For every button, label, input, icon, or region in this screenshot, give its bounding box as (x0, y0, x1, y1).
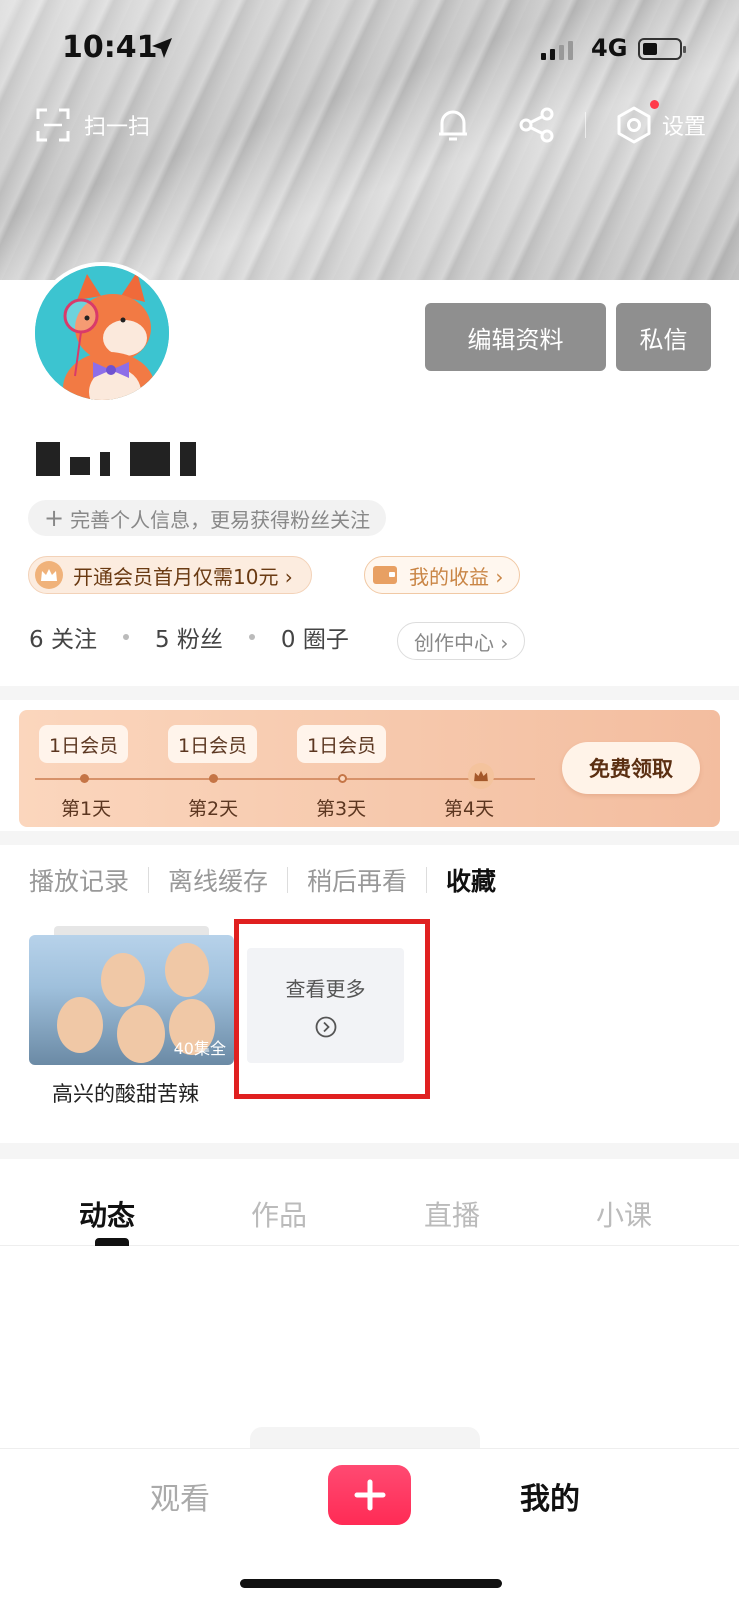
plus-icon (354, 1479, 385, 1511)
empty-feed-placeholder (250, 1427, 480, 1449)
history-tabs: 播放记录 离线缓存 稍后再看 收藏 (29, 862, 496, 898)
highlight-box (234, 919, 430, 1099)
settings-notification-dot (650, 100, 659, 109)
progress-line (35, 778, 535, 780)
fans-count[interactable]: 5 粉丝 (155, 620, 223, 654)
tab-watch-later[interactable]: 稍后再看 (307, 862, 407, 898)
tab-activity[interactable]: 动态 (79, 1194, 135, 1234)
complete-profile-text: 完善个人信息，更易获得粉丝关注 (70, 507, 371, 532)
progress-node (80, 774, 89, 783)
stats-separator (122, 634, 129, 640)
share-icon (519, 107, 554, 143)
crown-icon (468, 763, 494, 789)
feed-tabs: 动态 作品 直播 小课 (0, 1182, 739, 1246)
section-divider (0, 831, 739, 845)
scan-button[interactable]: 扫一扫 (36, 100, 150, 150)
poster-face (165, 943, 209, 997)
wallet-icon (373, 566, 397, 584)
tab-divider (287, 867, 289, 893)
poster-face (57, 997, 103, 1053)
gear-icon (617, 106, 651, 144)
day-label: 第4天 (444, 798, 495, 820)
bell-icon (439, 110, 467, 141)
scan-label: 扫一扫 (84, 115, 151, 140)
signal-icon (541, 40, 573, 60)
poster-face (117, 1005, 165, 1063)
home-indicator (240, 1579, 502, 1588)
settings-button[interactable]: 设置 (616, 100, 706, 150)
vip-offer-pill[interactable]: 开通会员首月仅需10元 › (28, 556, 312, 594)
circles-count[interactable]: 0 圈子 (281, 620, 349, 654)
earnings-text: 我的收益 › (409, 564, 504, 589)
day-label: 第3天 (316, 798, 367, 820)
reward-bubble-2: 1日会员 (168, 725, 258, 763)
private-message-button[interactable]: 私信 (616, 303, 711, 371)
edit-profile-button[interactable]: 编辑资料 (425, 303, 606, 371)
tab-works[interactable]: 作品 (251, 1194, 307, 1234)
tab-divider (426, 867, 428, 893)
tab-divider (148, 867, 150, 893)
tab-offline-cache[interactable]: 离线缓存 (168, 862, 268, 898)
section-divider (0, 1143, 739, 1159)
active-tab-indicator (95, 1238, 129, 1246)
creator-center-button[interactable]: 创作中心 › (397, 622, 526, 660)
settings-label: 设置 (662, 115, 707, 140)
status-bar: 10:41 4G (0, 0, 739, 100)
collection-thumbnail[interactable]: 40集全 (29, 935, 234, 1065)
nav-mine[interactable]: 我的 (520, 1474, 580, 1518)
vip-offer-text: 开通会员首月仅需10元 › (73, 564, 293, 589)
checkin-banner[interactable]: 1日会员 1日会员 1日会员 第1天 第2天 第3天 第4天 免费领取 (19, 710, 720, 827)
bottom-nav: 观看 我的 (0, 1448, 739, 1600)
plus-icon: + (44, 504, 65, 532)
location-arrow-icon (152, 38, 172, 58)
day-label: 第1天 (61, 798, 112, 820)
status-time: 10:41 (62, 30, 158, 65)
tab-mini-course[interactable]: 小课 (596, 1194, 652, 1234)
notifications-button[interactable] (436, 100, 470, 150)
complete-profile-hint[interactable]: + 完善个人信息，更易获得粉丝关注 (28, 500, 387, 536)
nav-watch[interactable]: 观看 (150, 1474, 210, 1518)
profile-stats: 6 关注 5 粉丝 0 圈子 (29, 620, 349, 654)
top-bar-divider (585, 112, 586, 138)
network-type: 4G (591, 34, 628, 62)
progress-node (338, 774, 347, 783)
tab-live[interactable]: 直播 (424, 1194, 480, 1234)
avatar[interactable] (31, 262, 173, 404)
earnings-pill[interactable]: 我的收益 › (364, 556, 521, 594)
progress-node (209, 774, 218, 783)
share-button[interactable] (518, 100, 556, 150)
fox-avatar-icon (35, 266, 169, 400)
following-count[interactable]: 6 关注 (29, 620, 97, 654)
claim-free-button[interactable]: 免费领取 (562, 742, 700, 794)
section-divider (0, 686, 739, 700)
day-label: 第2天 (188, 798, 239, 820)
poster-face (101, 953, 145, 1007)
tab-play-history[interactable]: 播放记录 (29, 862, 129, 898)
tab-favorites[interactable]: 收藏 (446, 862, 496, 898)
reward-bubble-1: 1日会员 (39, 725, 129, 763)
scan-icon (36, 108, 70, 142)
collection-item-title[interactable]: 高兴的酸甜苦辣 (52, 1078, 199, 1108)
username-redacted (36, 442, 196, 476)
episode-count: 40集全 (173, 1039, 226, 1058)
add-button[interactable] (328, 1465, 411, 1525)
reward-bubble-3: 1日会员 (297, 725, 387, 763)
battery-icon (638, 38, 686, 60)
stats-separator (248, 634, 255, 640)
crown-icon (35, 561, 63, 589)
